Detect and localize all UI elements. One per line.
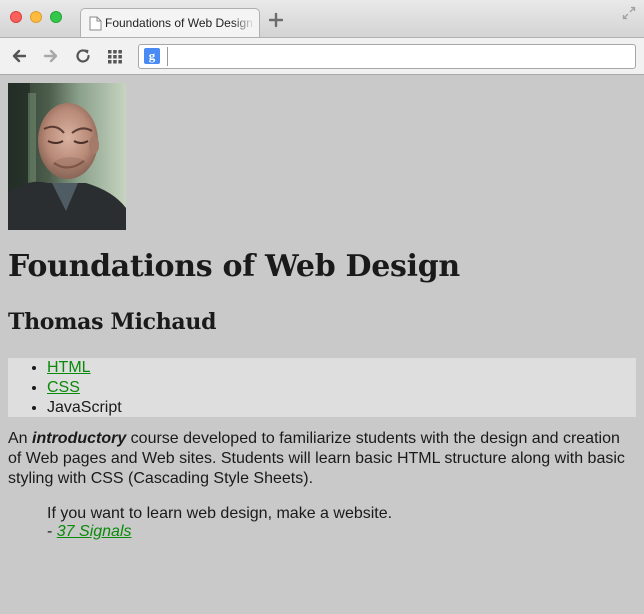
- address-input[interactable]: [167, 47, 628, 66]
- minimize-window-button[interactable]: [30, 11, 42, 23]
- quote-attribution: - 37 Signals: [47, 523, 607, 541]
- nav-item-javascript: JavaScript: [47, 398, 636, 418]
- new-tab-plus-icon[interactable]: [268, 12, 284, 28]
- zoom-window-button[interactable]: [50, 11, 62, 23]
- quote-dash: -: [47, 523, 57, 540]
- reload-icon[interactable]: [74, 47, 92, 65]
- author-name: Thomas Michaud: [8, 309, 217, 335]
- tab-title: Foundations of Web Design: [105, 16, 253, 30]
- css-link[interactable]: CSS: [47, 379, 80, 396]
- apps-grid-icon[interactable]: [106, 47, 124, 65]
- quote-text: If you want to learn web design, make a …: [47, 505, 393, 522]
- forward-arrow-icon[interactable]: [42, 47, 60, 65]
- title-bar: Foundations of Web Design: [0, 0, 644, 38]
- intro-lead: An: [8, 430, 33, 447]
- nav-item-css: CSS: [47, 378, 636, 398]
- quote-block: If you want to learn web design, make a …: [47, 505, 607, 541]
- page-icon: [89, 16, 102, 31]
- nav-item-html: HTML: [47, 358, 636, 378]
- portrait-photo: [8, 83, 126, 230]
- page-viewport: Foundations of Web Design Thomas Michaud…: [0, 75, 644, 614]
- quote-source-link[interactable]: 37 Signals: [57, 523, 132, 540]
- course-description: An introductory course developed to fami…: [8, 429, 632, 489]
- browser-toolbar: g: [0, 37, 644, 75]
- google-search-icon: g: [144, 48, 160, 64]
- page-title: Foundations of Web Design: [8, 249, 460, 284]
- address-bar[interactable]: g: [138, 44, 636, 69]
- html-link[interactable]: HTML: [47, 359, 91, 376]
- close-window-button[interactable]: [10, 11, 22, 23]
- fullscreen-arrows-icon[interactable]: [622, 6, 636, 20]
- browser-tab[interactable]: Foundations of Web Design: [80, 8, 260, 38]
- intro-emphasis: introductory: [32, 430, 127, 447]
- topic-nav: HTML CSS JavaScript: [8, 358, 636, 417]
- back-arrow-icon[interactable]: [10, 47, 28, 65]
